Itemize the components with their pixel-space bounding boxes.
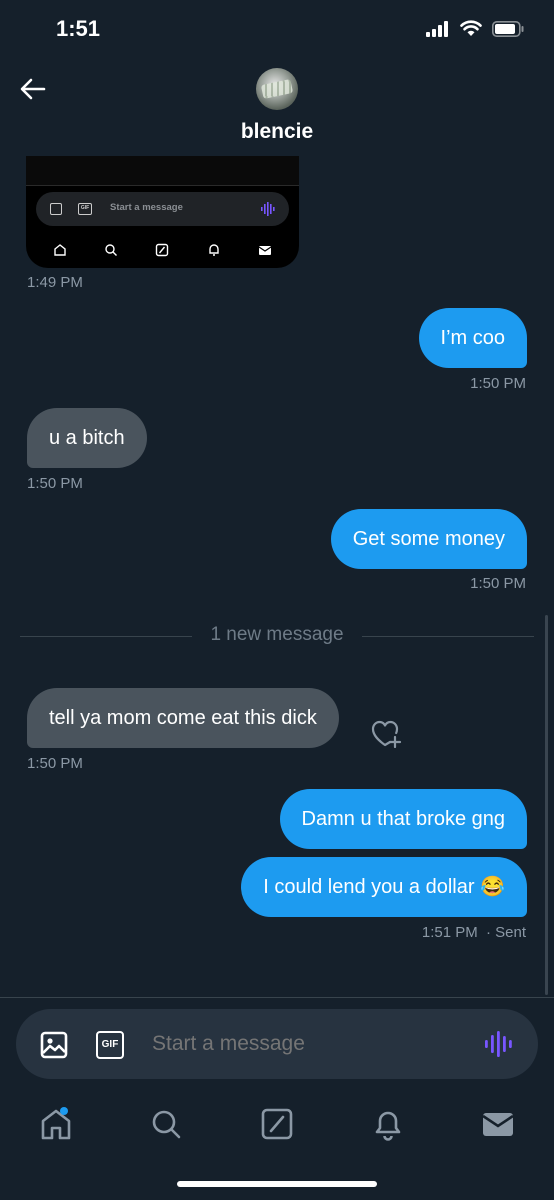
attachment-mail-icon xyxy=(258,246,272,255)
status-time: 1:51 xyxy=(56,16,101,41)
back-arrow-icon[interactable] xyxy=(18,74,48,104)
outgoing-message-bubble[interactable]: Get some money xyxy=(330,509,527,569)
attachment-voice-icon xyxy=(261,202,275,216)
gif-icon[interactable]: GIF xyxy=(96,1031,124,1059)
new-message-label: 1 new message xyxy=(210,624,344,645)
attachment-tabbar xyxy=(26,232,299,268)
message-sent-status: · Sent xyxy=(485,924,526,941)
conversation-header: blencie xyxy=(0,60,554,156)
message-status-line: 1:51 PM · Sent xyxy=(422,924,526,941)
message-timestamp: 1:50 PM xyxy=(27,475,83,492)
home-notification-dot xyxy=(60,1107,68,1115)
message-timestamp: 1:51 PM xyxy=(421,924,478,941)
scrollbar[interactable] xyxy=(545,615,548,995)
message-image-attachment[interactable]: GIF Start a message xyxy=(26,156,299,268)
attachment-bell-icon xyxy=(209,244,219,256)
wifi-icon xyxy=(460,20,482,36)
attachment-home-icon xyxy=(53,244,66,256)
outgoing-message-bubble[interactable]: Damn u that broke gng xyxy=(279,789,527,849)
bottom-tab-bar xyxy=(0,1100,554,1150)
home-indicator[interactable] xyxy=(177,1181,377,1187)
attachment-grok-icon xyxy=(156,243,169,257)
attachment-search-icon xyxy=(105,244,118,256)
attachment-top-area xyxy=(26,156,299,186)
status-bar: 1:51 xyxy=(0,0,554,60)
messages-icon[interactable] xyxy=(480,1106,516,1142)
message-timestamp: 1:50 PM xyxy=(470,575,526,592)
attachment-gif-icon: GIF xyxy=(78,203,92,215)
attachment-composer-bar: GIF Start a message xyxy=(36,192,289,226)
incoming-message-bubble[interactable]: tell ya mom come eat this dick xyxy=(27,688,339,748)
attachment-image-icon xyxy=(50,203,62,215)
status-icons xyxy=(426,20,524,37)
outgoing-message-bubble[interactable]: I’m coo xyxy=(418,308,527,368)
battery-icon xyxy=(492,20,524,37)
new-message-divider: 1 new message xyxy=(20,624,534,648)
voice-message-icon[interactable] xyxy=(484,1029,514,1059)
cellular-signal-icon xyxy=(426,20,448,37)
outgoing-message-bubble[interactable]: I could lend you a dollar 😂 xyxy=(241,857,527,917)
incoming-message-bubble[interactable]: u a bitch xyxy=(27,408,147,468)
message-input[interactable] xyxy=(152,1029,462,1059)
message-timestamp: 1:49 PM xyxy=(27,274,83,291)
contact-name[interactable]: blencie xyxy=(0,120,554,144)
add-reaction-icon[interactable] xyxy=(370,718,402,748)
message-composer: GIF xyxy=(16,1009,538,1079)
grok-icon[interactable] xyxy=(259,1106,295,1142)
search-icon[interactable] xyxy=(148,1106,184,1142)
message-timestamp: 1:50 PM xyxy=(27,755,83,772)
notifications-icon[interactable] xyxy=(370,1106,406,1142)
home-icon[interactable] xyxy=(38,1106,74,1142)
contact-avatar[interactable] xyxy=(256,68,298,110)
image-icon[interactable] xyxy=(40,1031,68,1059)
message-timestamp: 1:50 PM xyxy=(470,375,526,392)
composer-area: GIF xyxy=(0,997,554,1200)
attachment-composer-placeholder: Start a message xyxy=(110,202,183,213)
